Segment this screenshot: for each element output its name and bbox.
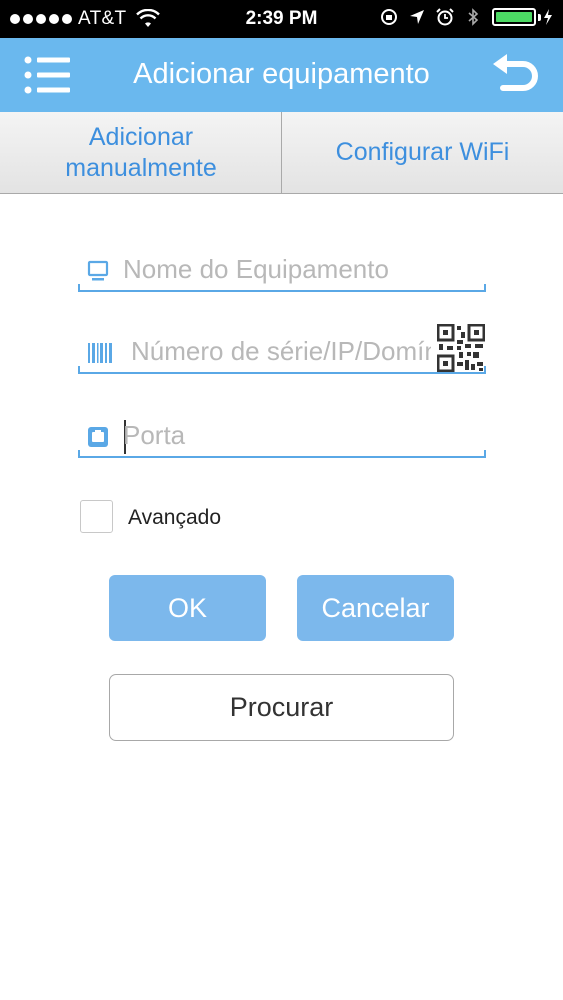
app-header: Adicionar equipamento	[0, 38, 563, 112]
serial-input[interactable]	[131, 334, 431, 368]
location-arrow-icon	[410, 10, 424, 24]
ok-button[interactable]: OK	[109, 575, 266, 641]
device-name-field	[78, 248, 486, 292]
alarm-clock-icon	[436, 8, 454, 26]
status-bar: AT&T 2:39 PM	[0, 0, 563, 38]
page-title: Adicionar equipamento	[133, 58, 430, 90]
tab-configure-wifi[interactable]: Configurar WiFi	[282, 112, 563, 193]
rotation-lock-icon	[381, 9, 397, 25]
barcode-icon	[88, 343, 112, 363]
port-icon	[88, 427, 108, 447]
advanced-label: Avançado	[128, 506, 222, 529]
monitor-icon	[87, 260, 109, 281]
tab-bar: Adicionar manualmente Configurar WiFi	[0, 112, 563, 194]
search-button[interactable]: Procurar	[109, 674, 454, 741]
menu-list-icon[interactable]	[24, 55, 70, 95]
device-name-input[interactable]	[123, 252, 473, 286]
cancel-button[interactable]: Cancelar	[297, 575, 454, 641]
advanced-checkbox[interactable]	[80, 500, 113, 533]
port-input[interactable]	[123, 418, 473, 452]
tab-add-manually[interactable]: Adicionar manualmente	[0, 112, 282, 193]
battery-icon	[492, 8, 553, 26]
qr-code-icon[interactable]	[437, 324, 485, 372]
status-right	[380, 8, 553, 26]
port-field	[78, 414, 486, 458]
bluetooth-icon	[468, 8, 479, 26]
serial-field	[78, 324, 486, 374]
tab-add-manually-line1: Adicionar	[88, 122, 194, 151]
tab-add-manually-line2: manualmente	[65, 153, 217, 182]
back-arrow-icon[interactable]	[491, 54, 539, 96]
